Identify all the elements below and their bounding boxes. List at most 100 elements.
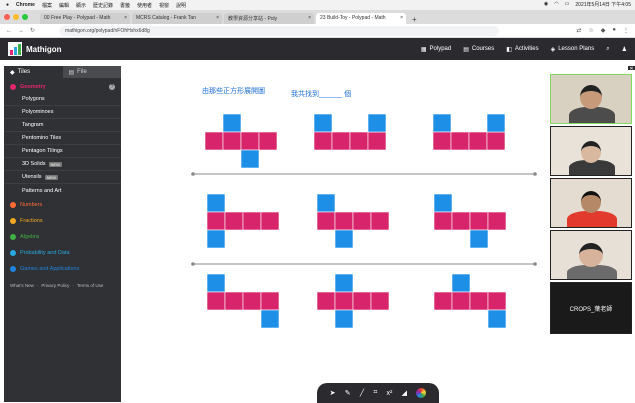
tab-tiles[interactable]: ◆ Tiles: [4, 66, 63, 78]
net-square[interactable]: [349, 131, 369, 151]
tab-file[interactable]: ▤ File: [62, 66, 121, 78]
category-algebra[interactable]: Algebra: [4, 231, 121, 243]
sidebar-item-pentagon-tilings[interactable]: Pentagon Tilings: [4, 145, 121, 158]
net-square[interactable]: [260, 211, 280, 231]
participant-video[interactable]: [550, 74, 632, 124]
line-endpoint[interactable]: [191, 172, 195, 176]
net-square[interactable]: [240, 131, 260, 151]
new-tab-button[interactable]: +: [408, 15, 421, 24]
terms-of-use-link[interactable]: Terms of Use: [77, 283, 104, 288]
account-icon[interactable]: ♟: [622, 46, 627, 53]
net-square[interactable]: [433, 211, 453, 231]
net-square[interactable]: [224, 211, 244, 231]
whats-new-link[interactable]: What's New: [10, 283, 34, 288]
browser-tab[interactable]: 00 Free Play - Polypad - Math ×: [40, 13, 130, 24]
menubar-item-edit[interactable]: 編輯: [59, 2, 69, 9]
net-square[interactable]: [334, 211, 354, 231]
app-title[interactable]: Mathigon: [26, 45, 62, 54]
net-square[interactable]: [313, 131, 333, 151]
net-square[interactable]: [334, 291, 354, 311]
menubar-item-help[interactable]: 說明: [176, 2, 186, 9]
net-square[interactable]: [352, 211, 372, 231]
net-square[interactable]: [433, 291, 453, 311]
net-square[interactable]: [206, 273, 226, 293]
line-endpoint[interactable]: [191, 262, 195, 266]
line-endpoint[interactable]: [533, 172, 537, 176]
menubar-item-view[interactable]: 顯示: [76, 2, 86, 9]
menubar-item-history[interactable]: 歷史記錄: [93, 2, 113, 9]
net-square[interactable]: [451, 211, 471, 231]
net-square[interactable]: [316, 291, 336, 311]
net-square[interactable]: [258, 131, 278, 151]
net-square[interactable]: [468, 131, 488, 151]
net-square[interactable]: [432, 113, 452, 133]
net-square[interactable]: [352, 291, 372, 311]
menubar-item-users[interactable]: 使用者: [137, 2, 152, 9]
net-square[interactable]: [451, 291, 471, 311]
net-square[interactable]: [242, 291, 262, 311]
forward-icon[interactable]: →: [18, 28, 24, 34]
net-square[interactable]: [432, 131, 452, 151]
menubar-clock[interactable]: 2021年5月14日 下午4:05: [575, 1, 631, 8]
minimize-window-icon[interactable]: [13, 14, 19, 20]
apple-icon[interactable]: ●: [6, 2, 9, 8]
sidebar-item-utensils[interactable]: Utensils NEW: [4, 171, 121, 184]
translate-icon[interactable]: ⇄: [576, 27, 581, 34]
color-picker-icon[interactable]: [416, 388, 427, 398]
net-square[interactable]: [334, 309, 354, 329]
url-field[interactable]: mathigon.org/polypad/nFOfrHxhx6d8g: [59, 25, 500, 36]
net-square[interactable]: [313, 113, 333, 133]
net-square[interactable]: [204, 131, 224, 151]
nav-polypad[interactable]: ▦ Polypad: [421, 46, 451, 53]
net-square[interactable]: [433, 193, 453, 213]
pen-icon[interactable]: ✎: [345, 389, 351, 397]
net-square[interactable]: [240, 149, 260, 169]
sidebar-item-patterns-and-art[interactable]: Patterns and Art: [4, 184, 121, 197]
crop-icon[interactable]: ⌗: [373, 389, 377, 397]
net-square[interactable]: [260, 309, 280, 329]
close-tab-icon[interactable]: ×: [124, 15, 127, 21]
menubar-app[interactable]: Chrome: [16, 2, 35, 8]
net-square[interactable]: [222, 131, 242, 151]
cursor-icon[interactable]: ➤: [330, 389, 336, 397]
net-square[interactable]: [206, 229, 226, 249]
net-square[interactable]: [334, 273, 354, 293]
net-square[interactable]: [469, 229, 489, 249]
sidebar-item-3d-solids[interactable]: 3D Solids NEW: [4, 158, 121, 171]
nav-lesson-plans[interactable]: ◈ Lesson Plans: [551, 46, 595, 53]
net-square[interactable]: [316, 193, 336, 213]
net-square[interactable]: [451, 273, 471, 293]
browser-tab[interactable]: MCRS Catalog - Frank Tan ×: [132, 13, 222, 24]
privacy-policy-link[interactable]: Privacy Policy: [41, 283, 69, 288]
net-square[interactable]: [487, 211, 507, 231]
net-square[interactable]: [450, 131, 470, 151]
nav-courses[interactable]: ▤ Courses: [463, 46, 494, 53]
net-square[interactable]: [242, 211, 262, 231]
net-square[interactable]: [486, 113, 506, 133]
polypad-canvas[interactable]: 由那些正方形展開圖 我共找到______ 個: [121, 60, 548, 403]
net-square[interactable]: [370, 211, 390, 231]
net-square[interactable]: [222, 113, 242, 133]
sidebar-item-polyominoes[interactable]: Polyominoes: [4, 106, 121, 119]
reload-icon[interactable]: ↻: [30, 27, 35, 34]
nav-activities[interactable]: ◧ Activities: [506, 46, 538, 53]
menu-icon[interactable]: ⋮: [623, 27, 629, 34]
net-square[interactable]: [469, 211, 489, 231]
net-square[interactable]: [224, 291, 244, 311]
line-icon[interactable]: ╱: [360, 389, 364, 397]
extension-icon[interactable]: ◆: [601, 27, 606, 34]
maximize-window-icon[interactable]: [22, 14, 28, 20]
participant-video[interactable]: [550, 230, 632, 280]
close-tab-icon[interactable]: ×: [216, 15, 219, 21]
sidebar-item-pentomino-tiles[interactable]: Pentomino Tiles: [4, 132, 121, 145]
category-numbers[interactable]: Numbers: [4, 199, 121, 211]
net-square[interactable]: [367, 131, 387, 151]
net-square[interactable]: [206, 291, 226, 311]
net-square[interactable]: [206, 211, 226, 231]
close-window-icon[interactable]: [4, 14, 10, 20]
browser-tab[interactable]: 教學資源分享站 - Poly ×: [224, 13, 314, 24]
category-probability-and-data[interactable]: Probability and Data: [4, 247, 121, 259]
net-square[interactable]: [370, 291, 390, 311]
back-icon[interactable]: ←: [6, 28, 12, 34]
search-icon[interactable]: ⌕: [606, 46, 609, 53]
